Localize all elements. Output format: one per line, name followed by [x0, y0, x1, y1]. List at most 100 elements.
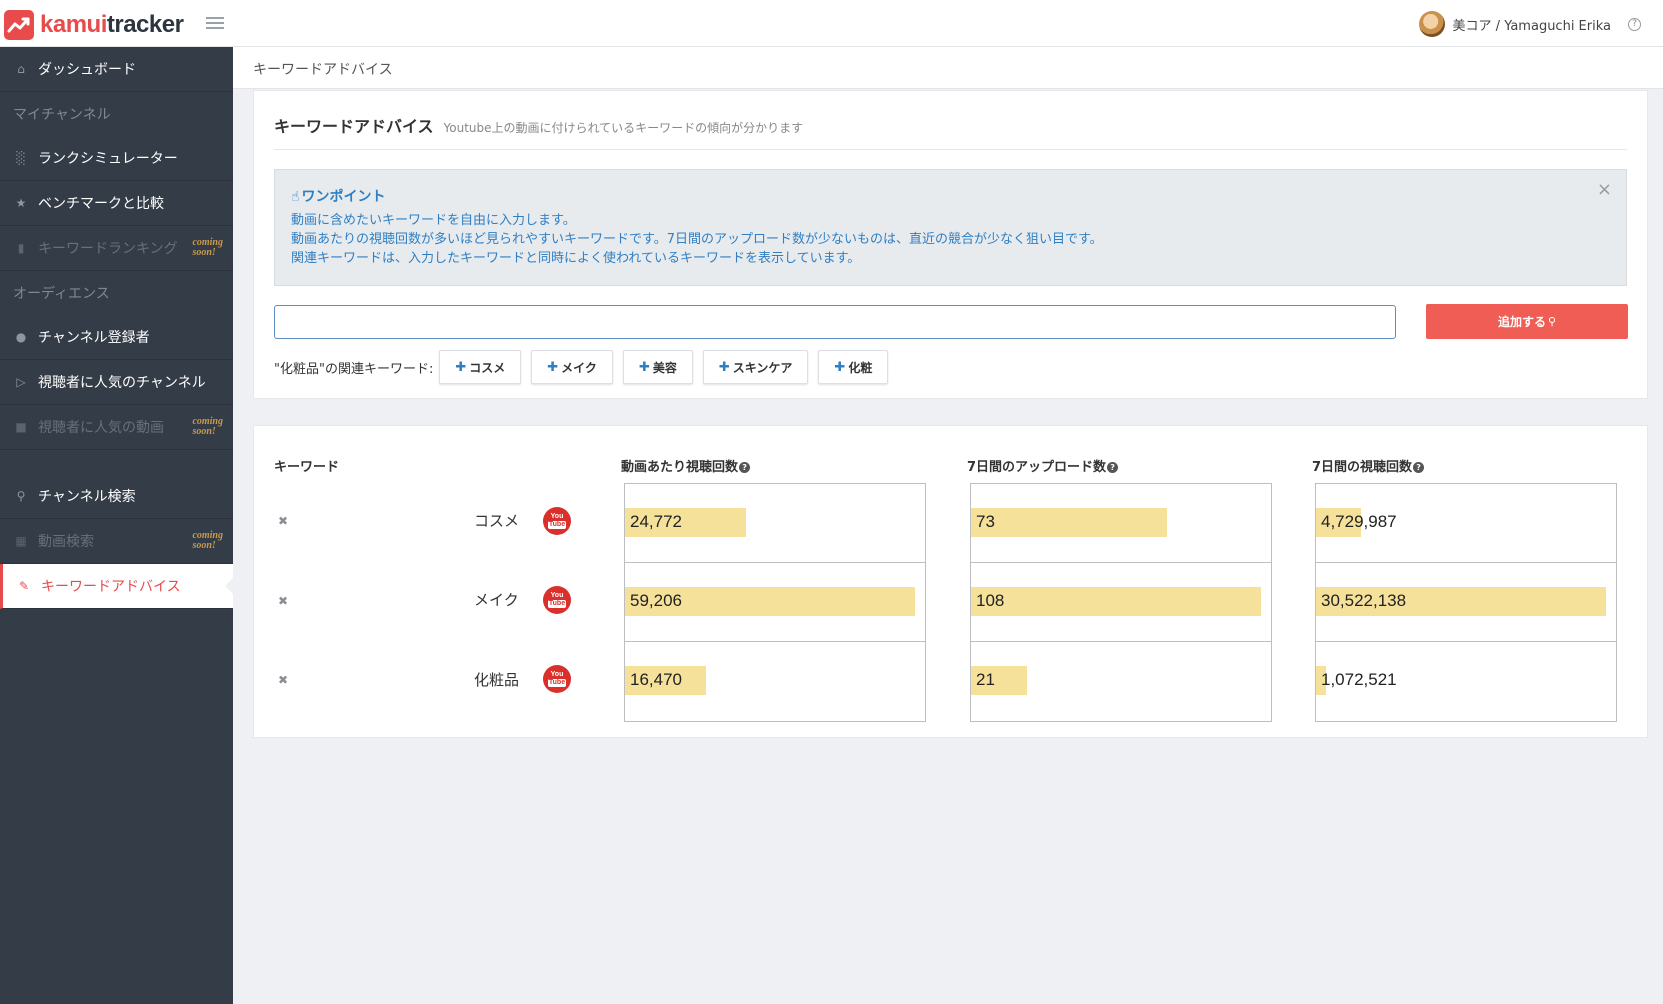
metric-value: 30,522,138	[1321, 591, 1407, 610]
sidebar-item-label: ベンチマークと比較	[38, 196, 164, 212]
sidebar-item-label: 視聴者に人気のチャンネル	[38, 375, 206, 391]
sidebar-section-audience: オーディエンス	[13, 286, 110, 302]
column-header-keyword: キーワード	[274, 460, 340, 475]
metric-cell: 59,206	[625, 563, 925, 642]
users-icon: ●	[15, 330, 27, 344]
app-logo[interactable]: kamuitracker	[4, 10, 184, 40]
youtube-icon[interactable]: You Tube	[543, 507, 571, 535]
remove-keyword-icon[interactable]: ✖	[278, 514, 288, 528]
metric-value: 24,772	[630, 512, 682, 531]
sidebar-item-label: 動画検索	[38, 534, 94, 550]
sidebar-item-video-search: ▦ 動画検索 coming soon!	[0, 519, 233, 564]
metric-value: 4,729,987	[1321, 512, 1397, 531]
coming-soon-badge: coming soon!	[192, 237, 223, 258]
plus-icon: ✚	[455, 359, 467, 375]
tip-title: ☝ ワンポイント	[291, 188, 1610, 207]
column-header-uploads-7d: 7日間のアップロード数?	[967, 456, 1119, 475]
youtube-icon[interactable]: You Tube	[543, 586, 571, 614]
views-per-video-column: 24,772 59,206 16,470	[624, 483, 926, 722]
help-icon[interactable]: ?	[739, 462, 751, 473]
remove-keyword-icon[interactable]: ✖	[278, 594, 288, 608]
remove-keyword-icon[interactable]: ✖	[278, 673, 288, 687]
help-icon[interactable]: ?	[1107, 462, 1119, 473]
avatar	[1418, 11, 1445, 37]
star-icon: ★	[15, 196, 27, 210]
sidebar: ⌂ ダッシュボード マイチャンネル ░ ランクシミュレーター ★ ベンチマークと…	[0, 47, 234, 1004]
divider	[274, 149, 1627, 150]
help-icon[interactable]: ?	[1628, 18, 1641, 31]
tip-line: 動画あたりの視聴回数が多いほど見られやすいキーワードです。7日間のアップロード数…	[291, 232, 1103, 247]
tip-line: 動画に含めたいキーワードを自由に入力します。	[291, 213, 576, 228]
sidebar-item-subscribers[interactable]: ● チャンネル登録者	[0, 315, 233, 360]
metric-cell: 24,772	[625, 484, 925, 563]
value-bar	[971, 587, 1261, 616]
top-bar: kamuitracker 美コア / Yamaguchi Erika ?	[0, 0, 1663, 47]
related-tag-button[interactable]: ✚ 化粧	[818, 350, 889, 384]
sidebar-item-dashboard[interactable]: ⌂ ダッシュボード	[0, 47, 233, 92]
plus-icon: ✚	[547, 359, 559, 375]
metric-cell: 1,072,521	[1316, 642, 1616, 721]
tip-box: ☝ ワンポイント 動画に含めたいキーワードを自由に入力します。 動画あたりの視聴…	[274, 169, 1627, 286]
metric-value: 16,470	[630, 670, 682, 689]
sidebar-item-rank-simulator[interactable]: ░ ランクシミュレーター	[0, 136, 233, 181]
help-icon[interactable]: ?	[1413, 462, 1425, 473]
logo-text-part1: kamui	[40, 11, 107, 38]
sidebar-item-benchmark[interactable]: ★ ベンチマークと比較	[0, 181, 233, 226]
tip-line: 関連キーワードは、入力したキーワードと同時によく使われているキーワードを表示して…	[291, 251, 861, 266]
home-icon: ⌂	[17, 62, 25, 76]
close-icon[interactable]: ×	[1597, 180, 1612, 199]
related-tag-button[interactable]: ✚ コスメ	[439, 350, 522, 384]
uploads-7d-column: 73 108 21	[970, 483, 1272, 722]
tag-icon: ▮	[17, 241, 25, 255]
sidebar-item-popular-channels[interactable]: ▷ 視聴者に人気のチャンネル	[0, 360, 233, 405]
file-search-icon: ▦	[15, 534, 27, 548]
page-title-text: キーワードアドバイス	[274, 117, 434, 136]
metric-value: 73	[976, 512, 995, 531]
pointing-hand-icon: ☝	[291, 189, 300, 205]
row-keyword: 化粧品	[474, 671, 520, 689]
related-tag-button[interactable]: ✚ メイク	[531, 350, 613, 384]
bar-chart-icon: ░	[16, 151, 26, 165]
related-keywords-label: "化粧品"の関連キーワード:	[274, 361, 434, 377]
search-icon: ⚲	[1547, 315, 1557, 328]
metric-cell: 108	[971, 563, 1271, 642]
search-icon: ⚲	[16, 489, 26, 503]
user-menu[interactable]: 美コア / Yamaguchi Erika	[1418, 11, 1611, 37]
sidebar-item-label: ランクシミュレーター	[38, 151, 178, 167]
pencil-icon: ✎	[18, 579, 30, 593]
sidebar-item-keyword-ranking: ▮ キーワードランキング coming soon!	[0, 226, 233, 271]
metric-value: 1,072,521	[1321, 670, 1397, 689]
plus-icon: ✚	[834, 359, 846, 375]
coming-soon-badge: coming soon!	[192, 416, 223, 437]
value-bar	[971, 508, 1167, 537]
youtube-icon[interactable]: You Tube	[543, 665, 571, 693]
related-tag-button[interactable]: ✚ スキンケア	[702, 350, 809, 384]
column-header-views-7d: 7日間の視聴回数?	[1312, 456, 1425, 475]
sidebar-item-label: 視聴者に人気の動画	[38, 420, 164, 436]
menu-icon[interactable]	[206, 17, 224, 30]
video-camera-icon: ■	[15, 420, 27, 434]
metric-cell: 73	[971, 484, 1271, 563]
add-keyword-button[interactable]: 追加する ⚲	[1426, 304, 1628, 339]
column-header-views-per-video: 動画あたり視聴回数?	[621, 456, 751, 475]
sidebar-item-label: チャンネル登録者	[38, 330, 150, 346]
sidebar-section-my-channel: マイチャンネル	[13, 107, 111, 123]
keyword-input[interactable]	[274, 305, 1396, 339]
tip-title-text: ワンポイント	[301, 189, 386, 205]
coming-soon-badge: coming soon!	[192, 530, 223, 551]
app-title: kamuitracker	[40, 11, 184, 39]
row-keyword: コスメ	[474, 512, 520, 530]
user-name: 美コア / Yamaguchi Erika	[1452, 18, 1611, 34]
related-tag-button[interactable]: ✚ 美容	[622, 350, 693, 384]
play-screen-icon: ▷	[16, 375, 26, 389]
metric-cell: 4,729,987	[1316, 484, 1616, 563]
metric-cell: 21	[971, 642, 1271, 721]
add-button-label: 追加する	[1497, 315, 1546, 329]
metric-value: 108	[976, 591, 1005, 610]
sidebar-item-channel-search[interactable]: ⚲ チャンネル検索	[0, 474, 233, 519]
plus-icon: ✚	[638, 359, 650, 375]
sidebar-item-label: キーワードランキング	[38, 241, 178, 257]
breadcrumb: キーワードアドバイス	[233, 47, 1663, 89]
sidebar-item-keyword-advice[interactable]: ✎ キーワードアドバイス	[0, 564, 234, 609]
related-keywords: "化粧品"の関連キーワード: ✚ コスメ ✚ メイク ✚ 美容 ✚ スキンケア ✚ 化粧	[274, 350, 898, 384]
